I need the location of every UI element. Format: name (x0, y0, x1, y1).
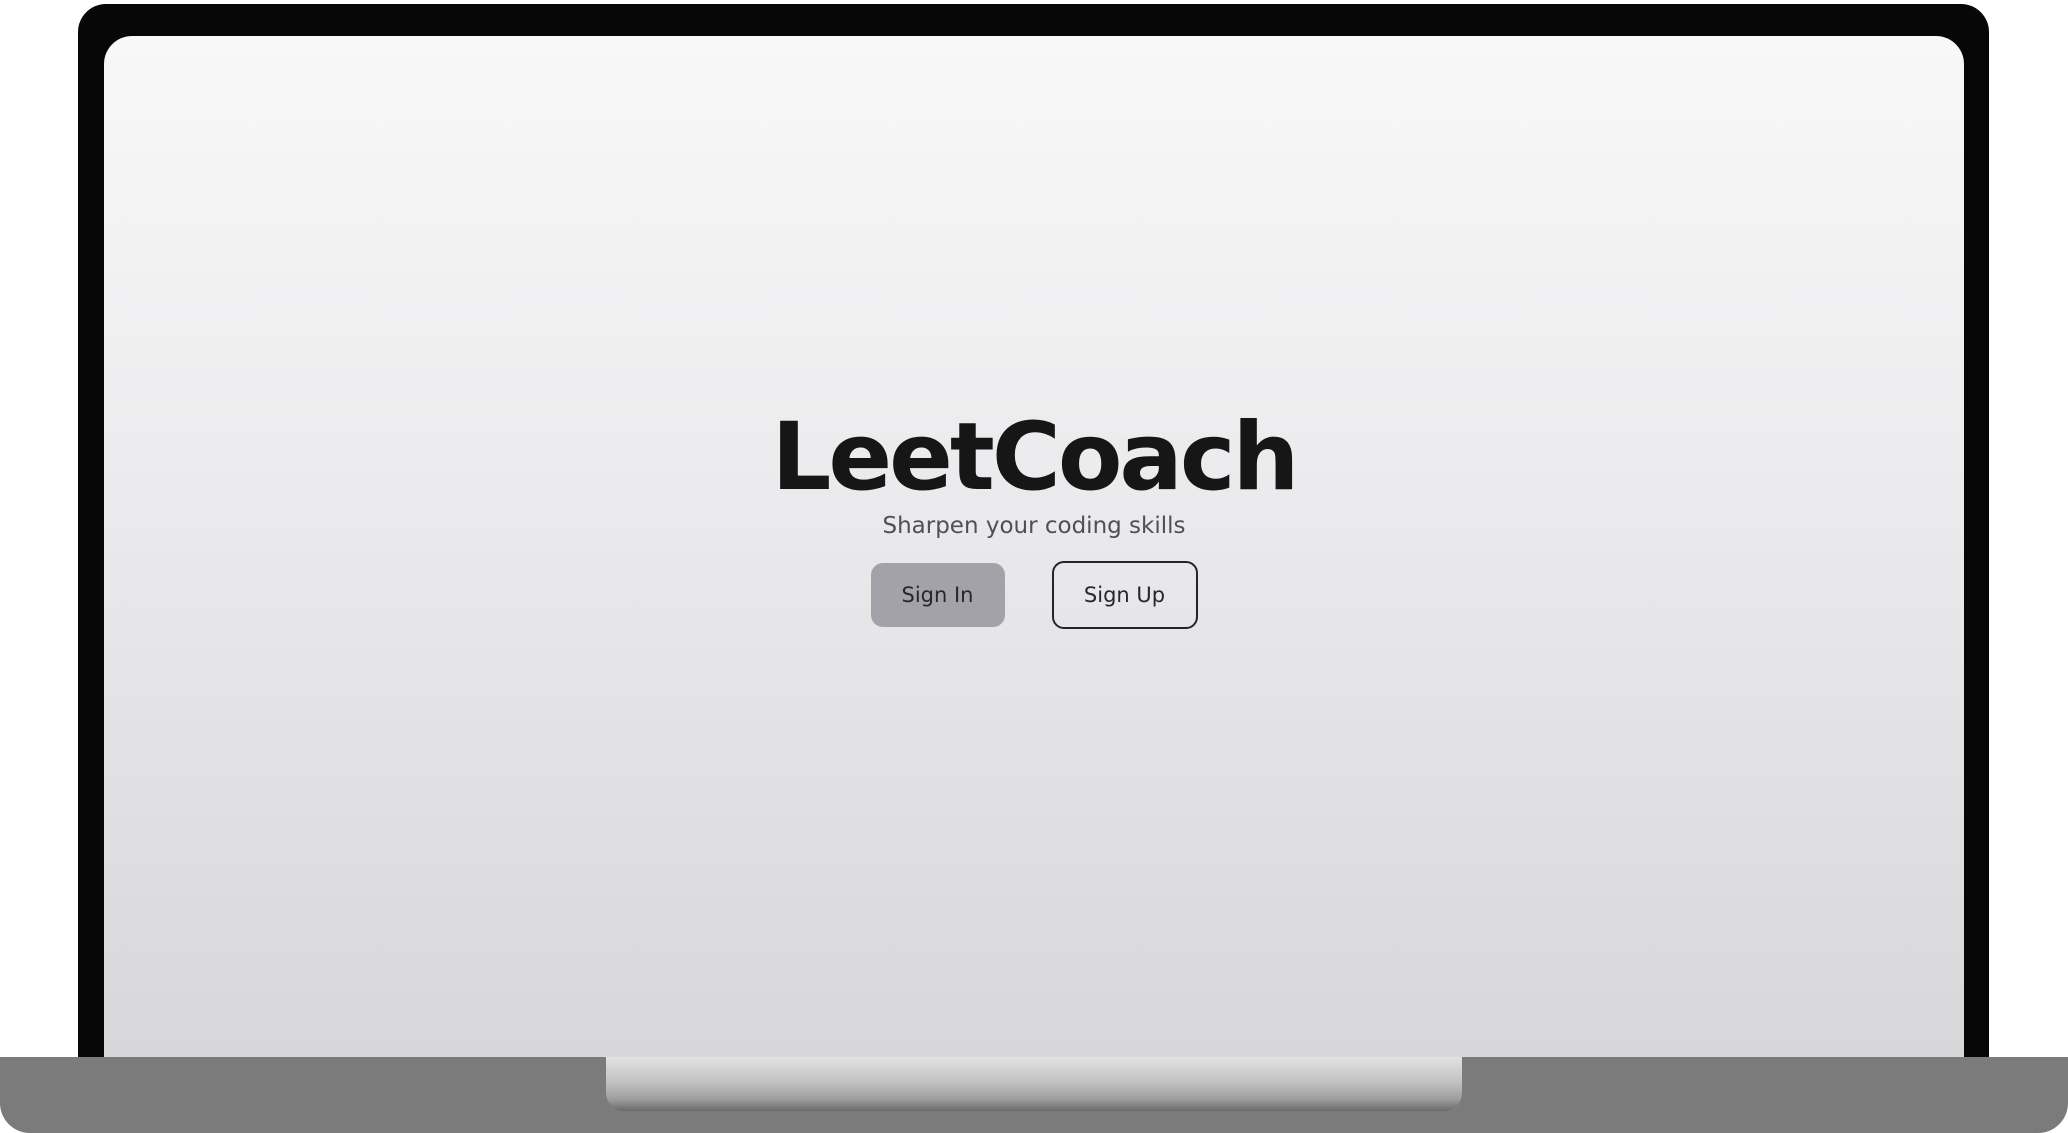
sign-in-button[interactable]: Sign In (870, 563, 1005, 628)
auth-actions: Sign In Sign Up (104, 561, 1964, 630)
brand-title: LeetCoach (771, 403, 1300, 512)
tagline: Sharpen your coding skills (882, 513, 1186, 540)
laptop-hinge-notch (606, 1057, 1462, 1111)
laptop-screen: LeetCoach Sharpen your coding skills Sig… (104, 36, 1964, 1086)
sign-up-button[interactable]: Sign Up (1051, 561, 1198, 630)
hero-section: LeetCoach Sharpen your coding skills Sig… (104, 403, 1964, 630)
